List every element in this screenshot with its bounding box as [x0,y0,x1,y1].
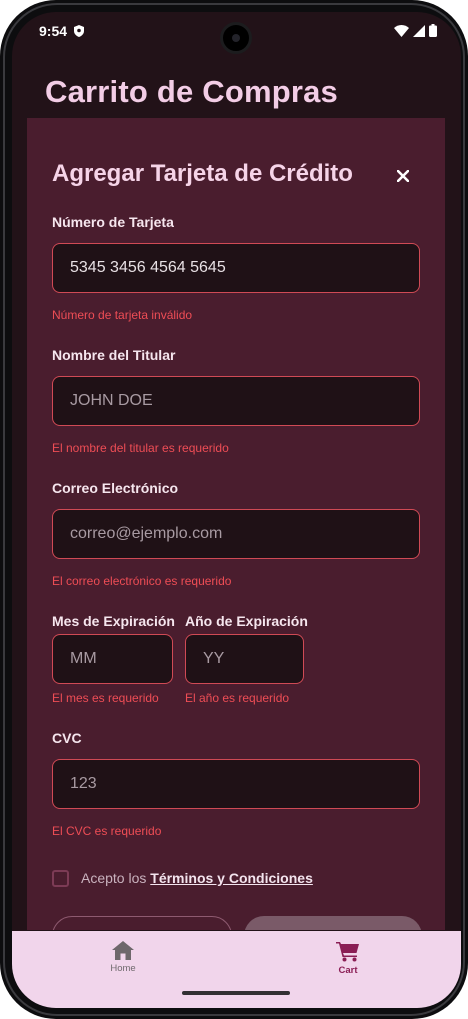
nav-label-cart: Cart [338,965,358,976]
add-card-dialog: Agregar Tarjeta de Crédito Número de Tar… [27,118,445,930]
cvc-input[interactable]: 123 [52,759,420,809]
holder-name-label: Nombre del Titular [52,347,176,363]
cvc-label: CVC [52,730,82,746]
exp-month-error: El mes es requerido [52,691,159,705]
signal-icon [413,24,425,37]
phone-frame: 9:54 Carrito de Compras Agregar Tarjeta … [0,0,468,1019]
terms-text: Acepto los Términos y Condiciones [81,870,313,886]
bottom-nav: Home Cart [12,931,461,1008]
email-error: El correo electrónico es requerido [52,574,232,588]
card-number-error: Número de tarjeta inválido [52,308,193,322]
confirm-button[interactable] [244,916,422,930]
page-title: Carrito de Compras [45,74,338,109]
shield-icon [74,25,84,37]
cvc-error: El CVC es requerido [52,824,162,838]
exp-month-input[interactable]: MM [52,634,173,684]
exp-year-error: El año es requerido [185,691,290,705]
battery-icon [429,24,437,37]
exp-month-label: Mes de Expiración [52,613,175,629]
cart-icon [336,942,359,962]
card-number-input[interactable]: 5345 3456 4564 5645 [52,243,420,293]
email-input[interactable]: correo@ejemplo.com [52,509,420,559]
holder-name-error: El nombre del titular es requerido [52,441,229,455]
front-camera [220,22,252,54]
wifi-icon [394,24,409,37]
email-label: Correo Electrónico [52,480,179,496]
terms-checkbox[interactable] [52,870,69,887]
terms-prefix: Acepto los [81,870,151,886]
home-icon [112,941,134,960]
dialog-title: Agregar Tarjeta de Crédito [52,160,353,187]
nav-item-home[interactable]: Home [93,941,153,974]
screen: 9:54 Carrito de Compras Agregar Tarjeta … [12,12,461,1008]
cancel-button[interactable] [52,916,232,930]
gesture-bar[interactable] [182,991,290,995]
close-button[interactable] [391,164,415,188]
nav-item-cart[interactable]: Cart [318,941,378,976]
terms-link[interactable]: Términos y Condiciones [150,870,313,886]
exp-year-label: Año de Expiración [185,613,308,629]
status-icons [394,24,437,37]
card-number-label: Número de Tarjeta [52,214,174,230]
nav-label-home: Home [110,963,136,974]
close-icon [397,170,409,182]
status-bar: 9:54 [12,12,461,54]
exp-year-input[interactable]: YY [185,634,304,684]
status-time: 9:54 [39,23,68,39]
holder-name-input[interactable]: JOHN DOE [52,376,420,426]
